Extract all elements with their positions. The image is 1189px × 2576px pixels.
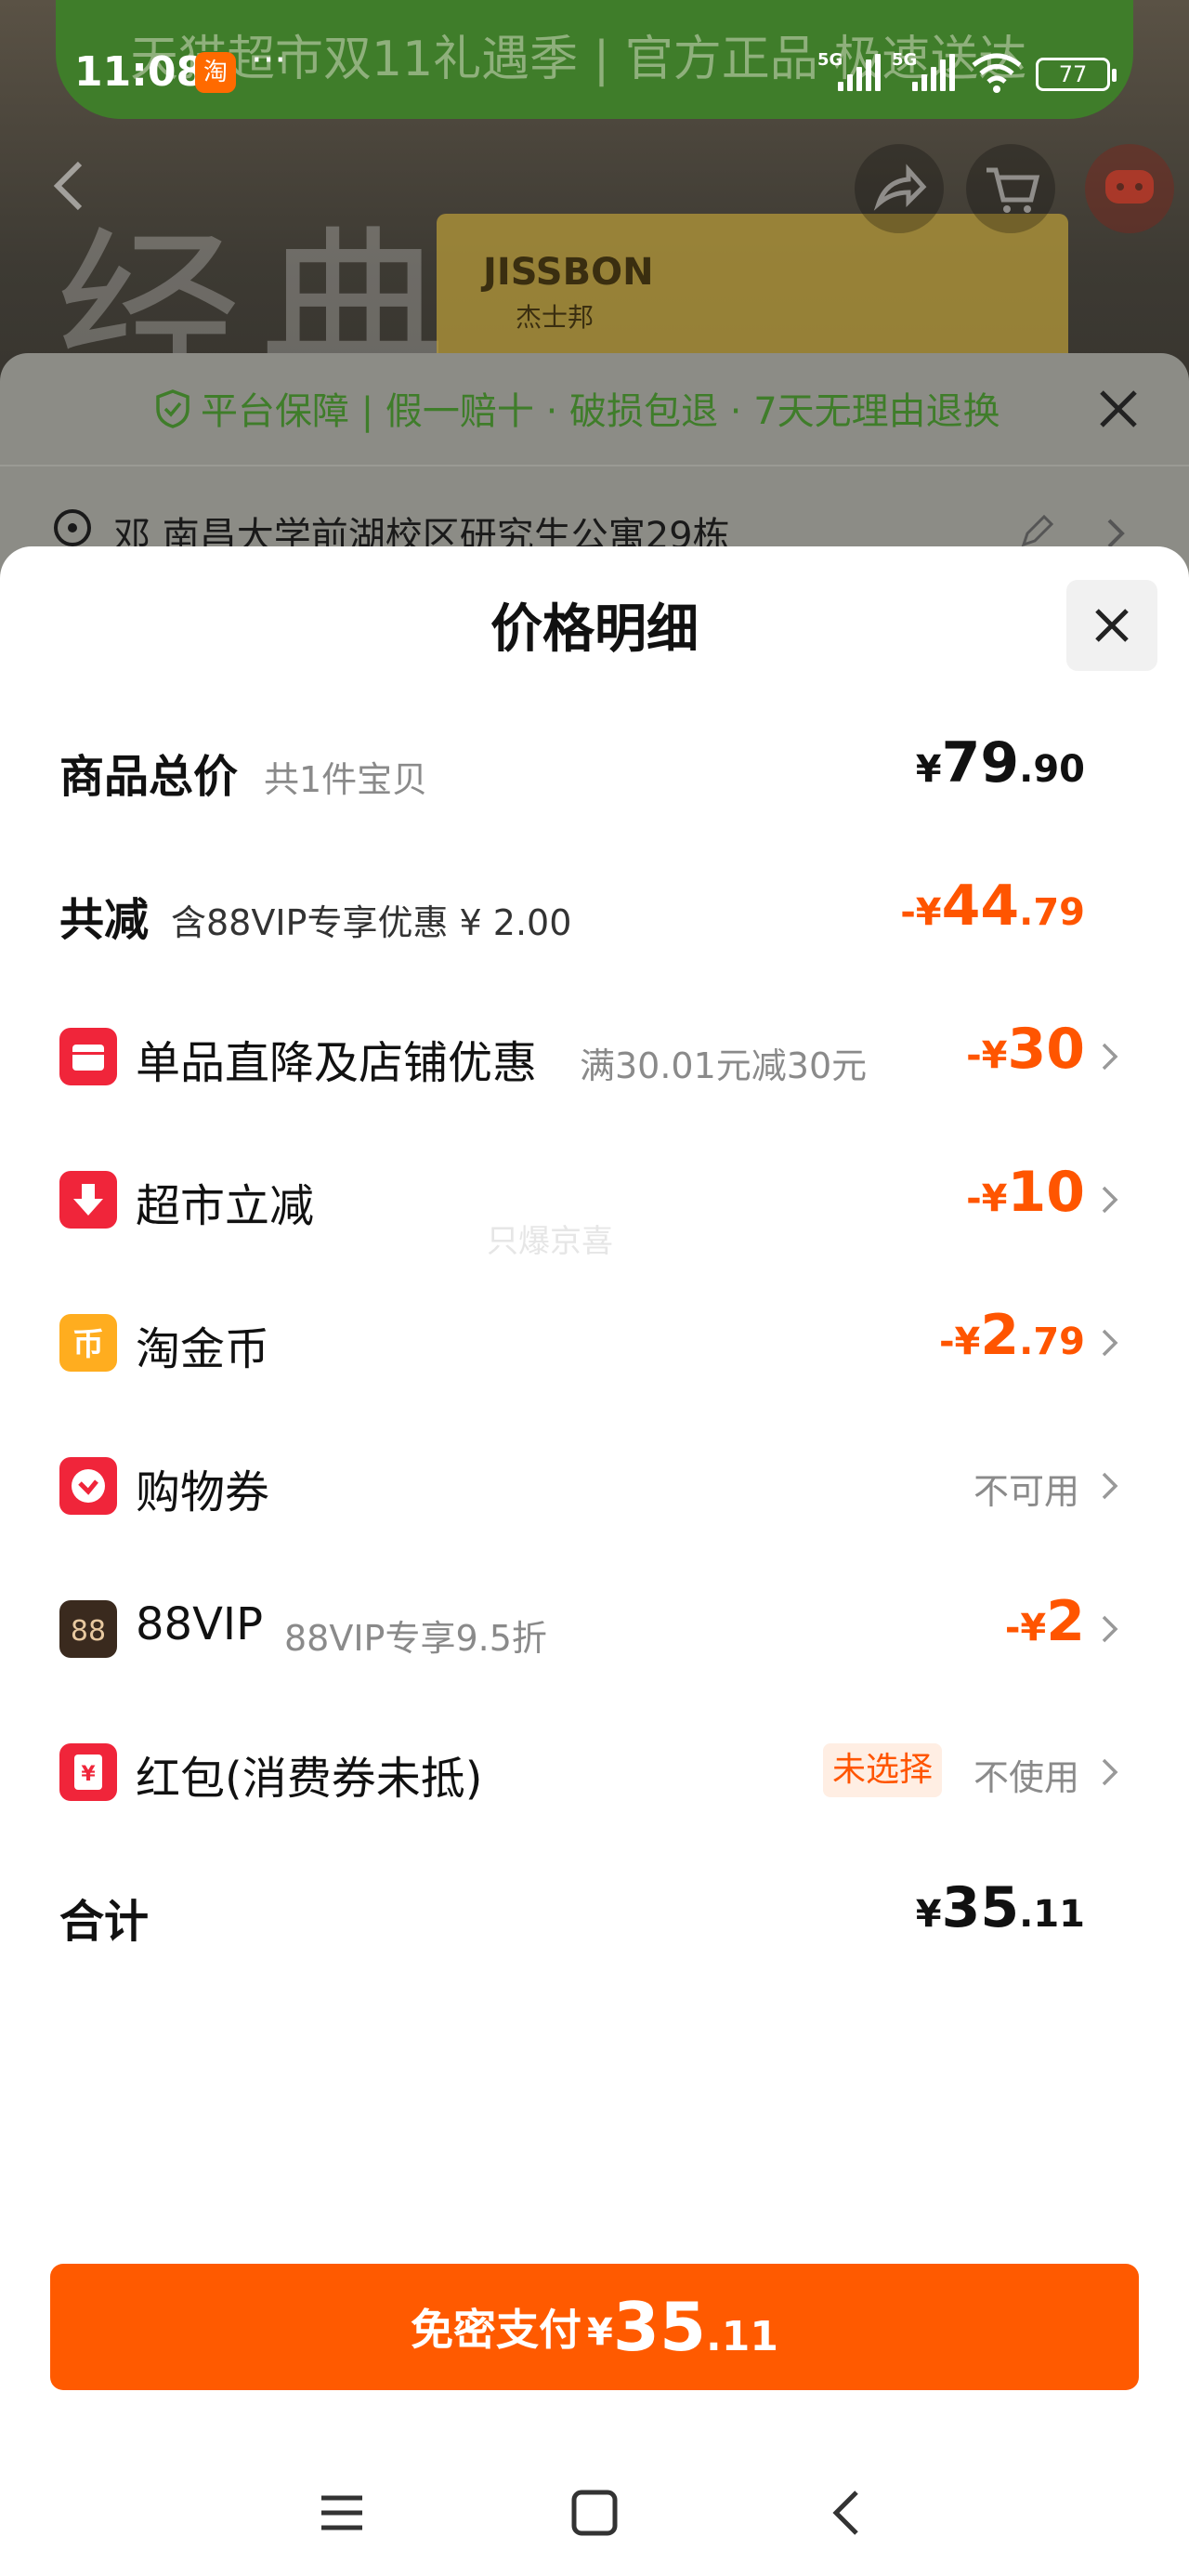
row-sub: 88VIP专享9.5折 [284, 1618, 547, 1659]
chevron-right-icon [1102, 1472, 1118, 1500]
row-label: 合计 [59, 1896, 150, 1948]
status-time: 11:08 [74, 48, 205, 96]
taobao-app-icon: 淘 [195, 52, 236, 93]
more-notifications-icon: ··· [251, 39, 287, 82]
wifi-icon [972, 53, 1022, 93]
close-button[interactable] [1066, 580, 1157, 671]
vip-88-icon: 88 [59, 1600, 117, 1658]
row-label: 淘金币 [136, 1323, 270, 1375]
system-navigation-bar [0, 2433, 1189, 2576]
platform-guarantee-bar: 平台保障 | 假一赔十 · 破损包退 · 7天无理由退换 [0, 353, 1189, 465]
pay-button[interactable]: 免密支付 ¥35.11 [50, 2264, 1139, 2390]
row-label: 商品总价 [59, 751, 239, 803]
sheet-title: 价格明细 [490, 599, 699, 660]
chevron-right-icon [1102, 1186, 1118, 1214]
row-88vip[interactable]: 88 88VIP 88VIP专享9.5折 -¥2 [0, 1582, 1189, 1675]
svg-text:88: 88 [71, 1615, 106, 1648]
down-arrow-icon [59, 1171, 117, 1229]
chevron-right-icon [1102, 1758, 1118, 1786]
guarantee-text: 平台保障 | 假一赔十 · 破损包退 · 7天无理由退换 [201, 390, 1000, 433]
cart-icon [986, 167, 1040, 213]
share-icon [873, 164, 927, 211]
row-status: 不可用 [973, 1471, 1080, 1512]
cart-button[interactable] [966, 144, 1055, 233]
row-amount: -¥44.79 [900, 874, 1085, 939]
row-total-discount: 共减 含88VIP专享优惠 ¥ 2.00 -¥44.79 [0, 866, 1189, 959]
row-grand-total: 合计 ¥35.11 [0, 1868, 1189, 1961]
row-sub: 共1件宝贝 [264, 759, 428, 800]
signal-icon [838, 54, 881, 91]
chevron-right-icon [1102, 1615, 1118, 1643]
row-shop-discount[interactable]: 单品直降及店铺优惠 满30.01元减30元 -¥30 [0, 1009, 1189, 1102]
row-amount: -¥2.79 [938, 1303, 1085, 1368]
row-amount: -¥30 [966, 1017, 1085, 1082]
row-amount: ¥35.11 [915, 1875, 1085, 1940]
row-label: 超市立减 [136, 1180, 315, 1232]
chevron-right-icon [1102, 1329, 1118, 1357]
chat-icon [1105, 170, 1154, 204]
row-red-packet[interactable]: ¥ 红包(消费券未抵) 未选择 不使用 [0, 1725, 1189, 1818]
chevron-right-icon [1102, 1043, 1118, 1071]
svg-text:¥: ¥ [81, 1763, 96, 1786]
row-label: 购物券 [136, 1466, 270, 1518]
message-button[interactable] [1085, 144, 1174, 233]
pay-amount-integer: 35 [612, 2288, 707, 2366]
share-button[interactable] [855, 144, 944, 233]
back-icon[interactable] [46, 158, 93, 214]
pay-currency: ¥ [587, 2311, 613, 2354]
row-status: 不使用 [973, 1757, 1080, 1798]
status-bar: 11:08 淘 ··· 5G 5G 77 [0, 37, 1189, 112]
back-icon[interactable] [819, 2485, 875, 2541]
red-packet-icon: ¥ [59, 1743, 117, 1801]
row-label: 88VIP [136, 1598, 264, 1650]
product-brand: JISSBON [483, 251, 654, 294]
row-amount: -¥2 [1004, 1589, 1085, 1654]
row-amount: -¥10 [966, 1160, 1085, 1225]
shop-icon [59, 1028, 117, 1085]
row-total-price: 商品总价 共1件宝贝 ¥79.90 [0, 723, 1189, 816]
svg-text:币: 币 [72, 1326, 104, 1363]
edit-icon[interactable] [1018, 513, 1055, 550]
pay-amount-decimal: .11 [706, 2313, 778, 2360]
row-market-discount[interactable]: 超市立减 -¥10 [0, 1152, 1189, 1245]
battery-icon: 77 [1036, 58, 1117, 91]
location-pin-icon [54, 509, 91, 546]
price-detail-sheet: 价格明细 只爆京喜 商品总价 共1件宝贝 ¥79.90 共减 含88VIP专享优… [0, 546, 1189, 2576]
close-icon [1095, 609, 1129, 642]
menu-icon[interactable] [314, 2485, 370, 2541]
row-amount: ¥79.90 [915, 730, 1085, 795]
chevron-right-icon [1107, 519, 1125, 548]
home-icon[interactable] [567, 2485, 622, 2541]
row-taojinbi[interactable]: 币 淘金币 -¥2.79 [0, 1295, 1189, 1388]
row-sub: 含88VIP专享优惠 ¥ 2.00 [171, 902, 572, 943]
row-shopping-voucher[interactable]: 购物券 不可用 [0, 1439, 1189, 1531]
voucher-icon [59, 1457, 117, 1515]
pay-label: 免密支付 [411, 2305, 581, 2355]
coin-icon: 币 [59, 1314, 117, 1372]
product-brand-cn: 杰士邦 [516, 302, 594, 333]
shield-icon [156, 389, 189, 428]
close-icon[interactable] [1094, 385, 1143, 433]
row-sub: 满30.01元减30元 [580, 1045, 868, 1086]
signal-icon [912, 54, 955, 91]
not-selected-tag: 未选择 [823, 1743, 943, 1797]
row-label: 共减 [59, 894, 150, 946]
row-label: 红包(消费券未抵) [136, 1753, 483, 1805]
row-label: 单品直降及店铺优惠 [136, 1037, 538, 1089]
